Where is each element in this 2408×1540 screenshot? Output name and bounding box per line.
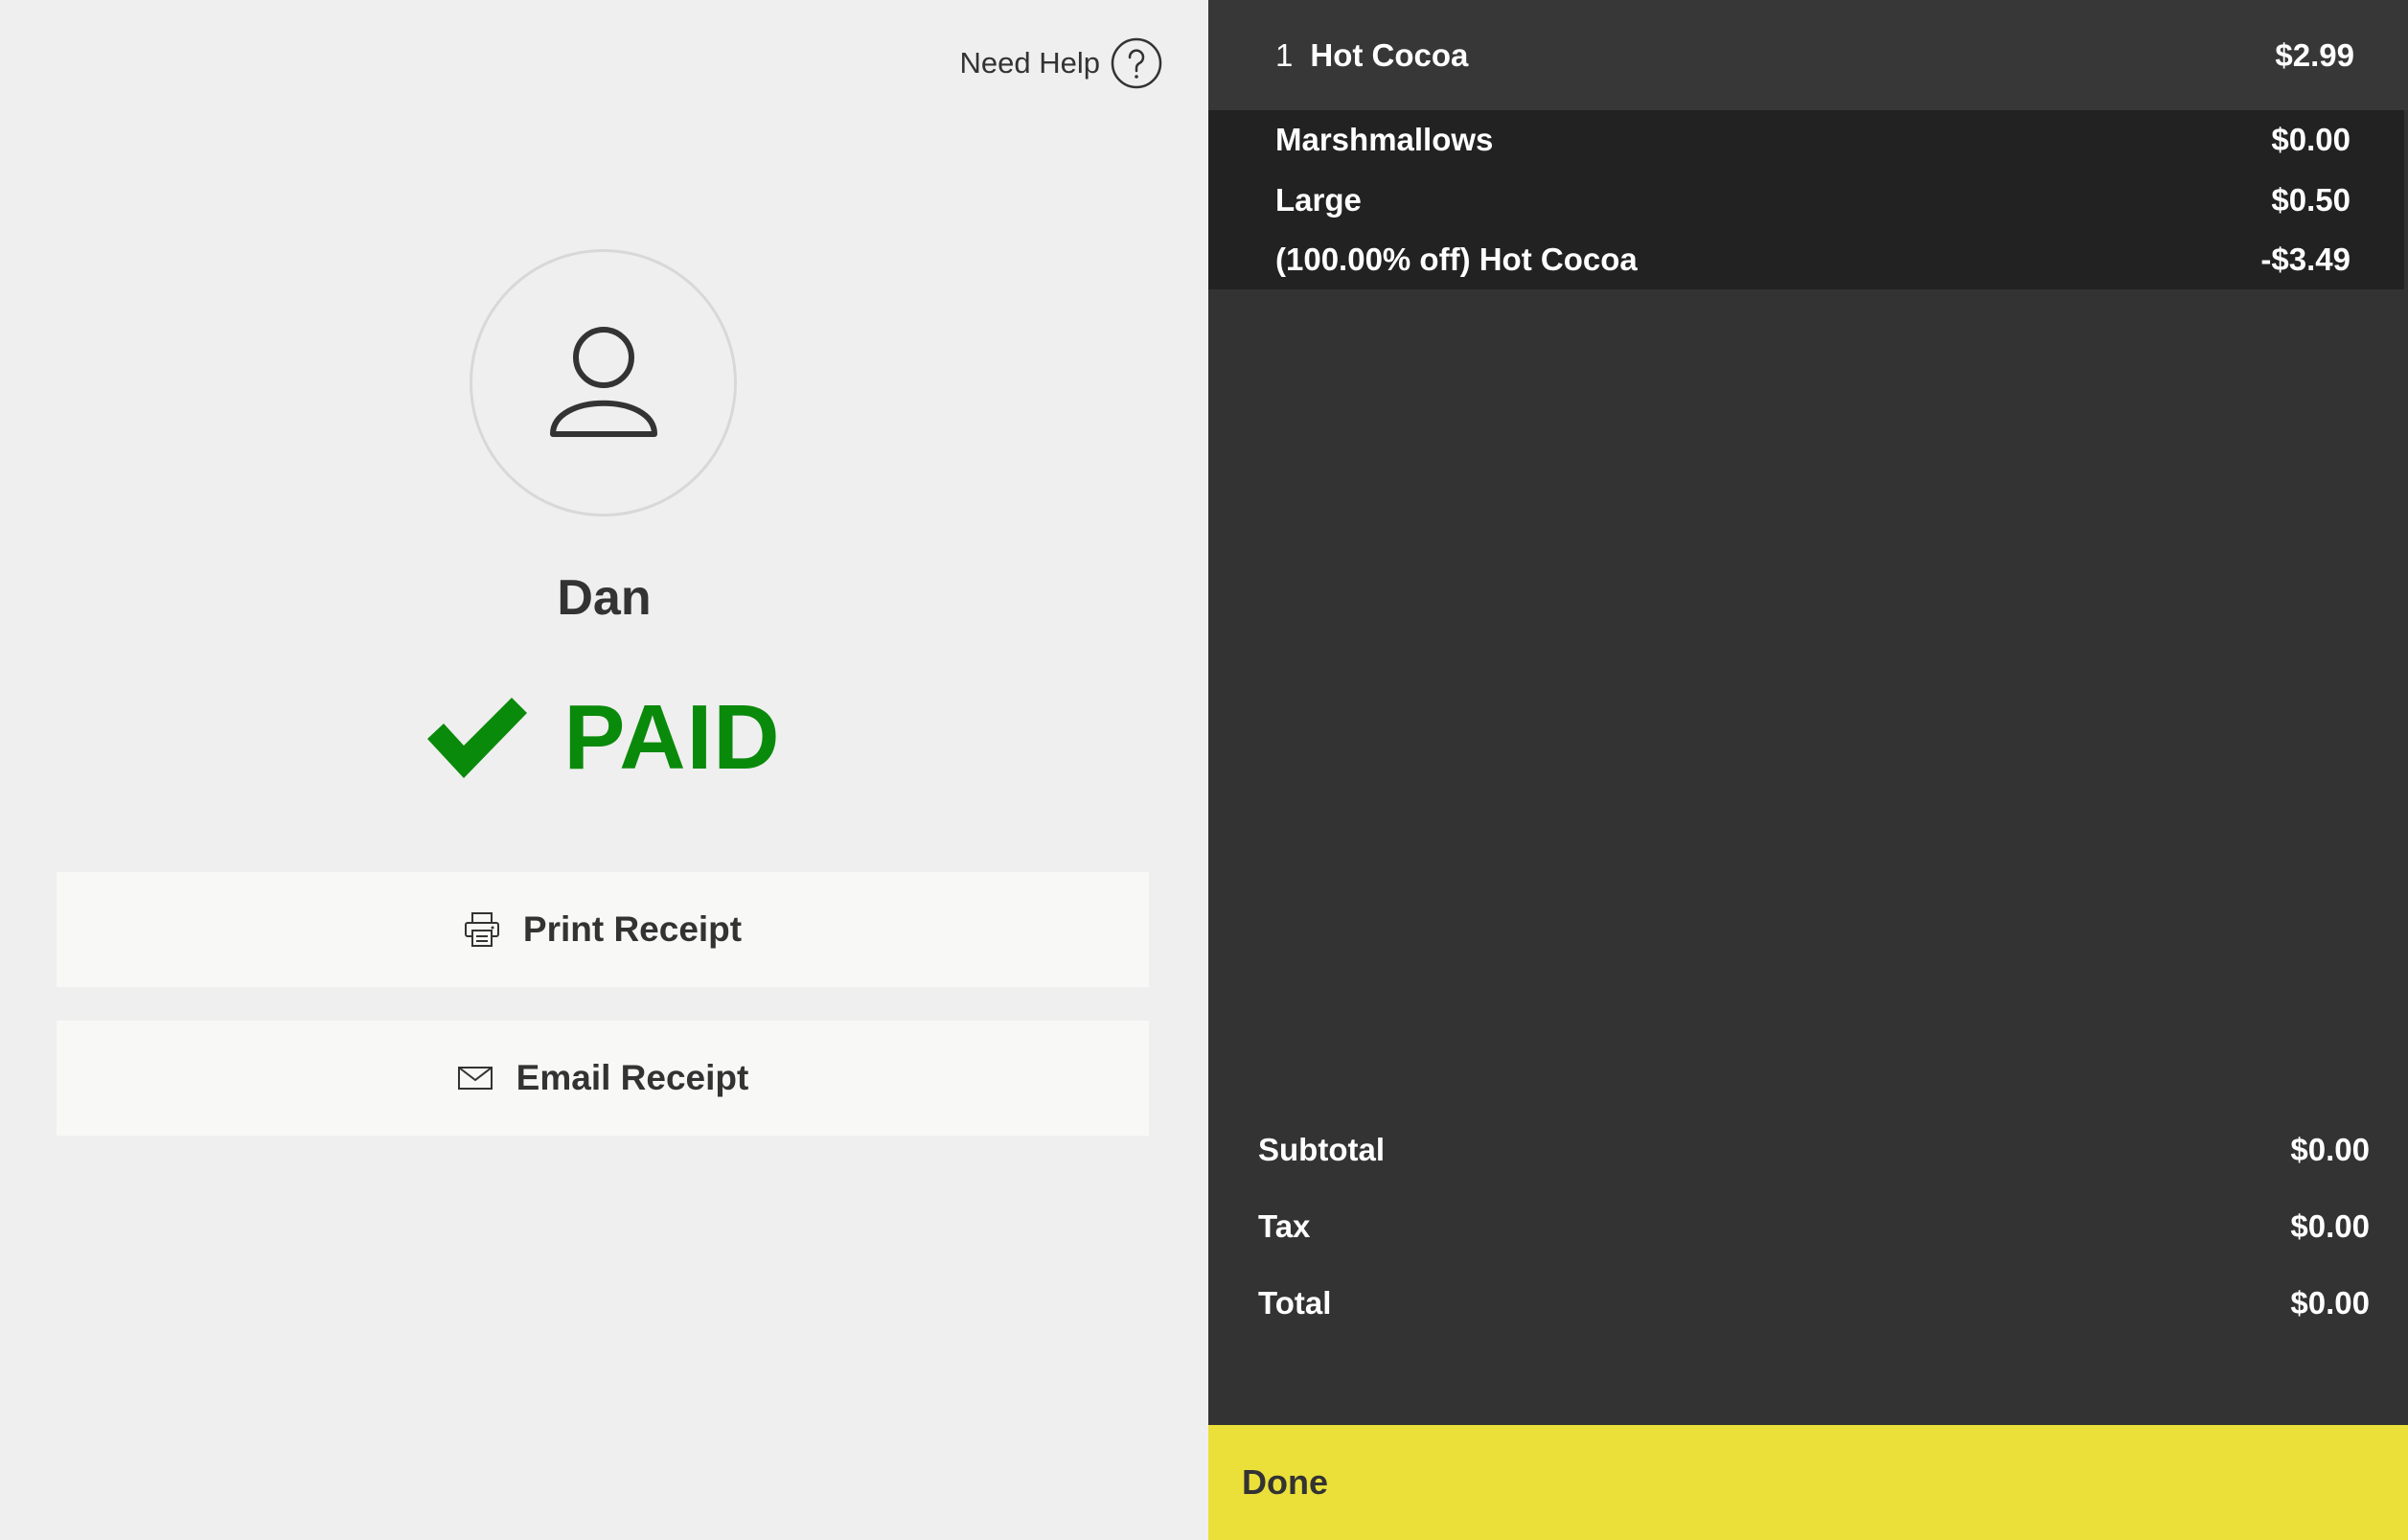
tax-value: $0.00 <box>2290 1208 2370 1244</box>
envelope-icon <box>457 1067 493 1090</box>
tax-row: Tax $0.00 <box>1258 1188 2370 1265</box>
item-name: Hot Cocoa <box>1310 36 1469 73</box>
payment-status: PAID <box>0 685 1208 791</box>
paid-label: PAID <box>563 686 781 789</box>
checkout-status-panel: Need Help Dan PAID Print Receipt Email R… <box>0 0 1208 1540</box>
order-summary-panel: 1 Hot Cocoa $2.99 Marshmallows $0.00 Lar… <box>1208 0 2408 1540</box>
subtotal-row: Subtotal $0.00 <box>1258 1112 2370 1188</box>
print-receipt-label: Print Receipt <box>522 909 743 949</box>
modifier-price: $0.50 <box>2271 181 2351 218</box>
item-quantity: 1 <box>1275 36 1294 73</box>
modifier-label: Large <box>1275 181 1362 218</box>
order-line-item[interactable]: 1 Hot Cocoa $2.99 <box>1208 0 2408 110</box>
print-receipt-button[interactable]: Print Receipt <box>57 872 1149 987</box>
total-value: $0.00 <box>2290 1285 2370 1321</box>
modifier-price: -$3.49 <box>2260 241 2351 278</box>
need-help-link[interactable]: Need Help <box>960 34 1163 92</box>
tax-label: Tax <box>1258 1208 1311 1244</box>
customer-name: Dan <box>557 570 652 626</box>
item-price: $2.99 <box>2275 36 2354 73</box>
modifier-label: Marshmallows <box>1275 122 1494 158</box>
total-label: Total <box>1258 1285 1332 1321</box>
modifier-row: Marshmallows $0.00 <box>1275 110 2351 171</box>
question-icon <box>1111 37 1162 89</box>
subtotal-value: $0.00 <box>2290 1132 2370 1167</box>
done-button[interactable]: Done <box>1208 1425 2408 1540</box>
modifier-label: (100.00% off) Hot Cocoa <box>1275 241 1638 278</box>
printer-icon <box>464 912 499 947</box>
checkmark-icon <box>427 698 528 778</box>
user-icon <box>549 326 657 437</box>
email-receipt-label: Email Receipt <box>516 1058 749 1097</box>
total-row: Total $0.00 <box>1258 1265 2370 1342</box>
modifier-price: $0.00 <box>2271 122 2351 158</box>
order-totals: Subtotal $0.00 Tax $0.00 Total $0.00 <box>1208 1112 2408 1342</box>
avatar <box>470 249 737 517</box>
modifier-row: Large $0.50 <box>1275 171 2351 231</box>
modifier-row: (100.00% off) Hot Cocoa -$3.49 <box>1275 230 2351 290</box>
email-receipt-button[interactable]: Email Receipt <box>57 1021 1149 1136</box>
need-help-label: Need Help <box>959 46 1100 80</box>
subtotal-label: Subtotal <box>1258 1132 1385 1167</box>
item-modifiers: Marshmallows $0.00 Large $0.50 (100.00% … <box>1208 110 2404 289</box>
